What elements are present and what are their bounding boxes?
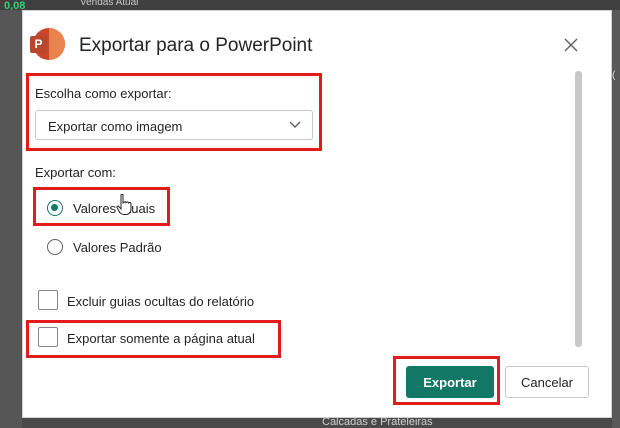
checkbox-current-page-only[interactable] <box>38 327 58 347</box>
radio-current-values-label[interactable]: Valores Atuais <box>73 201 155 216</box>
close-icon[interactable] <box>563 37 579 53</box>
radio-default-values[interactable] <box>47 239 63 255</box>
export-button[interactable]: Exportar <box>406 366 494 398</box>
hand-pointer-icon <box>116 194 132 215</box>
export-how-label: Escolha como exportar: <box>35 86 172 101</box>
background-caption: Vendas Atual <box>80 0 139 8</box>
radio-current-values[interactable] <box>47 200 63 216</box>
checkbox-exclude-hidden-tabs-label[interactable]: Excluir guias ocultas do relatório <box>67 294 254 309</box>
export-type-value: Exportar como imagem <box>48 119 183 134</box>
dialog-title: Exportar para o PowerPoint <box>79 35 313 56</box>
checkbox-exclude-hidden-tabs[interactable] <box>38 290 58 310</box>
radio-default-values-label[interactable]: Valores Padrão <box>73 240 162 255</box>
powerpoint-logo-accent <box>49 28 65 60</box>
export-with-label: Exportar com: <box>35 165 116 180</box>
powerpoint-logo-letter: P <box>30 36 47 53</box>
cancel-button[interactable]: Cancelar <box>505 366 589 398</box>
export-type-select[interactable]: Exportar como imagem <box>35 110 313 140</box>
export-dialog: P Exportar para o PowerPoint Escolha com… <box>22 10 612 418</box>
dialog-scrollbar[interactable] <box>575 71 582 347</box>
chevron-down-icon <box>289 121 301 128</box>
background-left-pane <box>0 10 22 428</box>
background-right-glyph: ( <box>612 70 616 81</box>
checkbox-current-page-only-label[interactable]: Exportar somente a página atual <box>67 331 255 346</box>
